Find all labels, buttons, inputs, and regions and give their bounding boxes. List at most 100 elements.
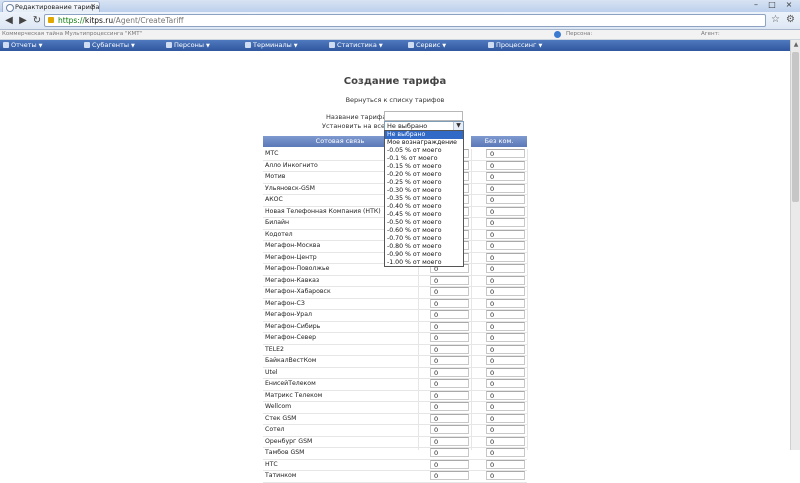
scroll-thumb[interactable] (792, 52, 799, 202)
dropdown-option[interactable]: -0.35 % от моего (385, 195, 463, 203)
wrench-icon[interactable]: ⚙ (786, 14, 795, 25)
terminals-icon (245, 42, 251, 48)
bookmark-star-icon[interactable]: ☆ (771, 14, 780, 25)
no-commission-input[interactable]: 0 (486, 195, 525, 204)
close-window-icon[interactable]: × (781, 0, 797, 10)
dropdown-option[interactable]: Не выбрано (385, 131, 463, 139)
dropdown-option[interactable]: -0.70 % от моего (385, 235, 463, 243)
commission-input[interactable]: 0 (430, 321, 469, 331)
commission-input[interactable]: 0 (430, 287, 469, 296)
dropdown-option[interactable]: -1.00 % от моего (385, 259, 463, 267)
menu-persons[interactable]: Персоны ▼ (166, 41, 210, 50)
tariff-name-input[interactable] (384, 111, 463, 121)
chevron-down-icon: ▼ (130, 43, 135, 49)
no-commission-input[interactable]: 0 (486, 448, 525, 457)
no-commission-input[interactable]: 0 (486, 149, 525, 158)
table-row: Мегафон-СЗ 0 0 (263, 298, 527, 310)
tab-strip: Редактирование тарифа × – □ × (0, 0, 800, 12)
no-commission-input[interactable]: 0 (486, 471, 525, 480)
no-commission-input[interactable]: 0 (486, 229, 525, 239)
menu-processing[interactable]: Процессинг ▼ (488, 41, 542, 50)
commission-input[interactable]: 0 (430, 459, 469, 469)
no-commission-input[interactable]: 0 (486, 333, 525, 342)
commission-input[interactable]: 0 (430, 425, 469, 434)
dropdown-option[interactable]: -0.05 % от моего (385, 147, 463, 155)
dropdown-option[interactable]: -0.30 % от моего (385, 187, 463, 195)
reload-icon[interactable]: ↻ (31, 15, 43, 27)
minimize-icon[interactable]: – (748, 0, 764, 10)
no-commission-input[interactable]: 0 (486, 264, 525, 273)
commission-input[interactable]: 0 (430, 436, 469, 446)
operator-name: МТС (265, 150, 279, 157)
dropdown-option[interactable]: -0.1 % от моего (385, 155, 463, 163)
table-row: Мегафон-Хабаровск 0 0 (263, 287, 527, 299)
commission-input[interactable]: 0 (430, 298, 469, 308)
operator-name: Мегафон-Москва (265, 242, 321, 249)
scroll-up-icon[interactable]: ▲ (792, 41, 800, 49)
no-commission-input[interactable]: 0 (486, 298, 525, 308)
dropdown-option[interactable]: -0.90 % от моего (385, 251, 463, 259)
no-commission-input[interactable]: 0 (486, 218, 525, 227)
dropdown-option[interactable]: -0.80 % от моего (385, 243, 463, 251)
commission-input[interactable]: 0 (430, 390, 469, 400)
no-commission-input[interactable]: 0 (486, 436, 525, 446)
table-row: Мегафон-Кавказ 0 0 (263, 275, 527, 287)
dropdown-option[interactable]: -0.50 % от моего (385, 219, 463, 227)
menu-terminals[interactable]: Терминалы ▼ (245, 41, 298, 50)
commission-input[interactable]: 0 (430, 275, 469, 285)
menu-statistics[interactable]: Статистика ▼ (329, 41, 383, 50)
no-commission-input[interactable]: 0 (486, 367, 525, 377)
commission-input[interactable]: 0 (430, 356, 469, 365)
no-commission-input[interactable]: 0 (486, 425, 525, 434)
info-bar: Коммерческая тайна Мультипроцессинга "КМ… (0, 30, 800, 40)
commission-input[interactable]: 0 (430, 448, 469, 457)
no-commission-input[interactable]: 0 (486, 356, 525, 365)
no-commission-input[interactable]: 0 (486, 321, 525, 331)
back-icon[interactable]: ◀ (3, 15, 15, 27)
commission-input[interactable]: 0 (430, 413, 469, 423)
address-bar[interactable]: https://kitps.ru/Agent/CreateTariff (44, 14, 766, 27)
no-commission-input[interactable]: 0 (486, 252, 525, 262)
dropdown-option[interactable]: -0.60 % от моего (385, 227, 463, 235)
page-scrollbar[interactable]: ▲ (790, 40, 800, 450)
no-commission-input[interactable]: 0 (486, 160, 525, 170)
no-commission-input[interactable]: 0 (486, 402, 525, 411)
back-to-tariffs-link[interactable]: Вернуться к списку тарифов (0, 96, 790, 104)
no-commission-input[interactable]: 0 (486, 183, 525, 193)
no-commission-input[interactable]: 0 (486, 275, 525, 285)
commission-input[interactable]: 0 (430, 344, 469, 354)
no-commission-input[interactable]: 0 (486, 206, 525, 216)
dropdown-option[interactable]: -0.45 % от моего (385, 211, 463, 219)
dropdown-option[interactable]: -0.25 % от моего (385, 179, 463, 187)
menu-subagents[interactable]: Субагенты ▼ (84, 41, 135, 50)
browser-tab[interactable]: Редактирование тарифа × (2, 1, 100, 12)
forward-icon[interactable]: ▶ (17, 15, 29, 27)
no-commission-input[interactable]: 0 (486, 172, 525, 181)
chevron-down-icon[interactable]: ▼ (453, 122, 463, 130)
commission-input[interactable]: 0 (430, 367, 469, 377)
dropdown-option[interactable]: Мое вознаграждение (385, 139, 463, 147)
menu-service[interactable]: Сервис ▼ (408, 41, 446, 50)
no-commission-input[interactable]: 0 (486, 379, 525, 388)
commission-input[interactable]: 0 (430, 310, 469, 319)
commission-input[interactable]: 0 (430, 379, 469, 388)
no-commission-input[interactable]: 0 (486, 287, 525, 296)
apply-all-dropdown-list[interactable]: Не выбрано Мое вознаграждение -0.05 % от м… (384, 130, 464, 267)
no-commission-input[interactable]: 0 (486, 413, 525, 423)
dropdown-option[interactable]: -0.40 % от моего (385, 203, 463, 211)
dropdown-option[interactable]: -0.20 % от моего (385, 171, 463, 179)
operator-name: Стек GSM (265, 414, 297, 422)
commission-input[interactable]: 0 (430, 471, 469, 480)
commission-input[interactable]: 0 (430, 402, 469, 411)
maximize-icon[interactable]: □ (764, 0, 780, 10)
no-commission-input[interactable]: 0 (486, 344, 525, 354)
close-tab-icon[interactable]: × (90, 2, 96, 10)
dropdown-option[interactable]: -0.15 % от моего (385, 163, 463, 171)
commission-input[interactable]: 0 (430, 333, 469, 342)
no-commission-input[interactable]: 0 (486, 241, 525, 250)
no-commission-input[interactable]: 0 (486, 459, 525, 469)
no-commission-input[interactable]: 0 (486, 310, 525, 319)
no-commission-input[interactable]: 0 (486, 390, 525, 400)
menu-reports[interactable]: Отчеты ▼ (3, 41, 43, 50)
chevron-down-icon: ▼ (38, 43, 43, 49)
